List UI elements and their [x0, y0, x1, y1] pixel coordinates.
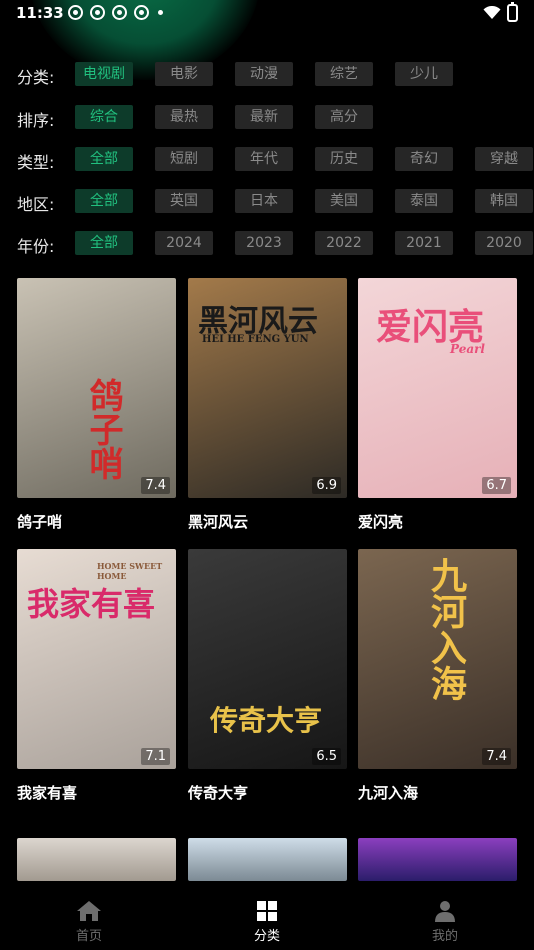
filter-chip[interactable]: 日本: [235, 189, 293, 213]
filter-label: 分类:: [17, 68, 55, 87]
grid-icon: [257, 901, 277, 921]
poster-title-art: 鸽子哨: [83, 378, 123, 480]
poster-title-art: 传奇大亨: [210, 704, 323, 737]
status-bar: 11:33: [0, 0, 534, 30]
filter-row: 排序: 综合 最热 最新 高分: [0, 105, 534, 133]
filter-chip[interactable]: 综艺: [315, 62, 373, 86]
filter-chip[interactable]: 电视剧: [75, 62, 133, 86]
show-title: 爱闪亮: [358, 513, 404, 531]
nav-home-label: 首页: [75, 929, 102, 944]
app-icon: [112, 5, 127, 20]
show-title: 传奇大亨: [188, 784, 249, 802]
app-icon: [90, 5, 105, 20]
show-poster[interactable]: 我家有喜 HOME SWEET HOME 7.1: [17, 549, 176, 769]
notification-icons: [68, 5, 163, 20]
show-poster[interactable]: [358, 838, 517, 881]
poster-title-art: 九河入海: [425, 557, 467, 701]
status-time: 11:33: [16, 4, 64, 22]
filter-chip[interactable]: 少儿: [395, 62, 453, 86]
nav-category-label: 分类: [253, 929, 280, 944]
show-poster[interactable]: [17, 838, 176, 881]
show-title: 鸽子哨: [17, 513, 63, 531]
filter-chip[interactable]: 2020: [475, 231, 533, 255]
filter-chip[interactable]: 2022: [315, 231, 373, 255]
wifi-icon: [483, 6, 501, 19]
filter-chip[interactable]: 2024: [155, 231, 213, 255]
show-poster[interactable]: 爱闪亮 Pearl 6.7: [358, 278, 517, 498]
filter-row: 分类: 电视剧 电影 动漫 综艺 少儿: [0, 62, 534, 90]
filter-chip[interactable]: 最热: [155, 105, 213, 129]
score-badge: 7.4: [482, 748, 511, 765]
nav-mine-label: 我的: [431, 929, 458, 944]
filter-chip[interactable]: 韩国: [475, 189, 533, 213]
filter-chip[interactable]: 全部: [75, 189, 133, 213]
person-icon: [435, 901, 455, 922]
filter-chip[interactable]: 年代: [235, 147, 293, 171]
nav-mine[interactable]: 我的: [415, 899, 475, 944]
filter-chip[interactable]: 泰国: [395, 189, 453, 213]
filter-chip[interactable]: 最新: [235, 105, 293, 129]
show-poster[interactable]: 传奇大亨 6.5: [188, 549, 347, 769]
show-title: 九河入海: [358, 784, 419, 802]
filter-label: 地区:: [17, 195, 55, 214]
filter-chip[interactable]: 2021: [395, 231, 453, 255]
score-badge: 6.9: [312, 477, 341, 494]
show-card[interactable]: 黑河风云 HEI HE FENG YUN 6.9 黑河风云: [188, 278, 347, 533]
show-card[interactable]: 九河入海 7.4 九河入海: [358, 549, 517, 804]
poster-subtitle-art: Pearl: [450, 342, 485, 356]
show-title: 我家有喜: [17, 784, 78, 802]
score-badge: 6.5: [312, 748, 341, 765]
filter-row: 年份: 全部 2024 2023 2022 2021 2020: [0, 231, 534, 259]
filter-row: 类型: 全部 短剧 年代 历史 奇幻 穿越: [0, 147, 534, 175]
show-poster[interactable]: 九河入海 7.4: [358, 549, 517, 769]
poster-subtitle-art: HEI HE FENG YUN: [202, 334, 309, 345]
filter-row: 地区: 全部 英国 日本 美国 泰国 韩国: [0, 189, 534, 217]
show-card[interactable]: 爱闪亮 Pearl 6.7 爱闪亮: [358, 278, 517, 533]
filter-chip[interactable]: 穿越: [475, 147, 533, 171]
nav-home[interactable]: 首页: [59, 899, 119, 944]
show-poster[interactable]: 鸽子哨 7.4: [17, 278, 176, 498]
filter-chip[interactable]: 综合: [75, 105, 133, 129]
show-poster[interactable]: 黑河风云 HEI HE FENG YUN 6.9: [188, 278, 347, 498]
filter-chip[interactable]: 电影: [155, 62, 213, 86]
filter-chip[interactable]: 高分: [315, 105, 373, 129]
app-icon: [68, 5, 83, 20]
filter-chip[interactable]: 全部: [75, 231, 133, 255]
bottom-nav: 首页 分类 我的: [0, 881, 534, 950]
filter-chip[interactable]: 美国: [315, 189, 373, 213]
poster-title-art: 我家有喜: [27, 585, 156, 623]
home-icon: [77, 901, 101, 921]
score-badge: 7.4: [141, 477, 170, 494]
filter-chip[interactable]: 奇幻: [395, 147, 453, 171]
show-card[interactable]: 鸽子哨 7.4 鸽子哨: [17, 278, 176, 533]
more-dot-icon: [158, 10, 163, 15]
score-badge: 7.1: [141, 748, 170, 765]
filter-label: 类型:: [17, 153, 55, 172]
filter-chip[interactable]: 历史: [315, 147, 373, 171]
filter-label: 年份:: [17, 237, 55, 256]
poster-subtitle-art: HOME SWEET HOME: [97, 561, 163, 581]
filter-chip[interactable]: 2023: [235, 231, 293, 255]
show-card[interactable]: 传奇大亨 6.5 传奇大亨: [188, 549, 347, 804]
filter-label: 排序:: [17, 111, 55, 130]
show-title: 黑河风云: [188, 513, 249, 531]
score-badge: 6.7: [482, 477, 511, 494]
filter-chip[interactable]: 短剧: [155, 147, 213, 171]
filter-chip[interactable]: 全部: [75, 147, 133, 171]
battery-icon: [507, 2, 518, 22]
show-poster[interactable]: [188, 838, 347, 881]
show-card[interactable]: 我家有喜 HOME SWEET HOME 7.1 我家有喜: [17, 549, 176, 804]
filter-chip[interactable]: 动漫: [235, 62, 293, 86]
filter-chip[interactable]: 英国: [155, 189, 213, 213]
nav-category[interactable]: 分类: [237, 899, 297, 944]
app-icon: [134, 5, 149, 20]
